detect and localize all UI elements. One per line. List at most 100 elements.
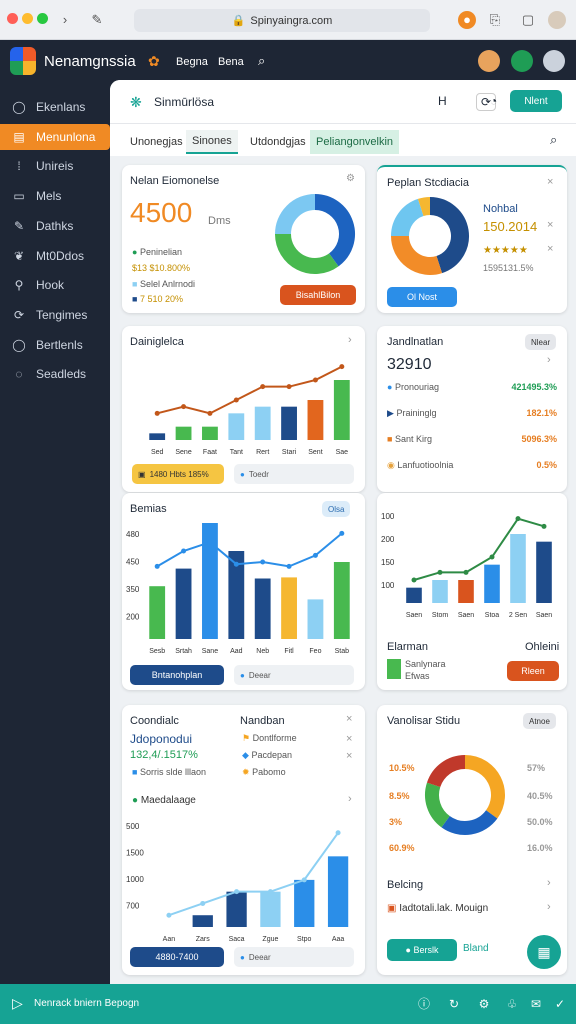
check-icon[interactable]: ✓ [552,996,568,1012]
details-button[interactable]: 4880-7400 [130,947,224,967]
card-title: Nelan Eiomonelse [130,175,220,187]
donut-slice [425,782,451,828]
pie-label: 3% [389,817,403,827]
maximize-window-button[interactable] [37,13,48,24]
metric-label: ■ Sant Kirg [387,434,432,444]
avatar[interactable] [543,50,565,72]
link-text[interactable]: Bland [463,943,489,954]
tab-1[interactable]: Unonegjas [124,130,189,154]
line-point [541,523,547,529]
edit-icon[interactable]: ✎ [88,11,106,29]
address-bar[interactable]: 🔒 Spinyaingra.com [134,9,430,32]
sidebar-item[interactable]: ✎ Dathks [0,213,110,239]
chevron-right-icon[interactable]: › [348,334,352,346]
section-heading: ● Maedalaage [132,795,196,806]
primary-action-button[interactable]: Nlent [510,90,562,112]
sidebar-item[interactable]: ◌ Seadleds [0,361,110,387]
nav-link[interactable]: Bena [218,56,244,68]
action-button[interactable]: Rleen [507,661,559,681]
filter-pill[interactable]: ● Deear [234,665,354,685]
gear-icon[interactable]: ✿ [148,53,160,70]
user-icon[interactable]: ● [458,11,476,29]
tag[interactable]: Atnoe [523,713,556,729]
play-icon[interactable]: ▷ [12,995,23,1012]
chevron-right-icon[interactable]: › [547,354,551,366]
line-point [437,569,443,575]
tab-3[interactable]: Utdondgjas [244,130,312,154]
sidebar-item[interactable]: ▭ Mels [0,183,110,209]
close-icon[interactable]: × [547,243,553,255]
avatar[interactable] [548,11,566,29]
chevron-right-icon[interactable]: › [547,877,551,889]
close-icon[interactable]: × [346,733,352,745]
sun-icon: ✹ [242,767,250,777]
line-point [234,889,240,895]
metric-value: 421495.3% [511,382,557,392]
chevron-right-icon[interactable]: › [348,793,352,805]
search-icon[interactable]: ⌕ [550,132,557,148]
avatar[interactable] [511,50,533,72]
pie-label: 50.0% [527,817,553,827]
donut-slice [417,197,431,217]
action-button[interactable]: ● Berslk [387,939,457,961]
chevron-right-icon[interactable]: › [56,11,74,29]
chevron-right-icon[interactable]: › [547,901,551,913]
sidebar-item[interactable]: ◯ Ekenlans [0,94,110,120]
y-tick-label: 500 [126,822,140,831]
donut-slice [429,197,469,274]
filter-pill[interactable]: ● Toedr [234,464,354,484]
rating-stars: ★★★★★ [483,245,528,256]
close-icon[interactable]: × [346,750,352,762]
filter-pill[interactable]: ● Deear [234,947,354,967]
details-button[interactable]: BisahlBilon [280,285,356,305]
status-text: Nenrack bniern Bepogn [34,998,140,1009]
close-icon[interactable]: × [547,219,553,231]
sidebar-item[interactable]: ⟳ Tengimes [0,302,110,328]
share-icon: ⟳ [13,307,25,322]
gear-icon[interactable]: ⚙ [476,996,492,1012]
nav-link[interactable]: Begna [176,56,208,68]
bar [510,534,526,603]
close-window-button[interactable] [7,13,18,24]
close-icon[interactable]: × [346,713,352,725]
x-tick-label: Sae [336,449,349,456]
browser-toolbar: › ✎ 🔒 Spinyaingra.com ● ⎘ ▢ [0,0,576,40]
sidebar-item[interactable]: ▤ Menunlona [0,123,110,150]
combo-chart: Sed Sene Faat Tant Rert Stari Sent Sae [149,364,350,456]
settings-icon[interactable]: ⚙ [346,173,355,184]
sidebar-item[interactable]: ⁞ Unireis [0,153,110,179]
pie-label: 16.0% [527,843,553,853]
tag[interactable]: Nlear [525,334,557,350]
check-icon: ● [132,795,139,806]
stat-value: $13 $10.800% [132,263,191,273]
search-icon[interactable]: ⌕ [258,53,265,69]
avatar[interactable] [478,50,500,72]
line-point [233,561,239,567]
card-subtitle: Nandban [240,715,285,727]
h-button[interactable]: H [438,94,447,108]
chat-icon[interactable]: ✉ [528,996,544,1012]
sidebar-item[interactable]: ◯ Bertlenls [0,332,110,358]
tabs-icon[interactable]: ▢ [519,11,537,29]
tag[interactable]: Olsa [322,501,351,517]
y-tick-label: 1500 [126,849,144,858]
action-button[interactable]: Ol Nost [387,287,457,307]
sync-icon[interactable]: ↻ [446,996,462,1012]
users-icon[interactable]: ♧ [504,996,520,1012]
tab-2[interactable]: Sinones [186,130,238,154]
share-icon[interactable]: ⎘ [486,11,504,29]
diamond-icon: ◆ [242,750,249,760]
sidebar-item[interactable]: ⚲ Hook [0,272,110,298]
sidebar-item-label: Ekenlans [36,100,86,114]
list-item: ▣ Iadtotali.lak. Mouign [387,903,489,914]
bar [254,406,271,440]
close-icon[interactable]: × [547,176,553,188]
sidebar-item[interactable]: ❦ Mt0Ddos [0,243,110,269]
tab-4[interactable]: Peliangonvelkin [310,130,400,154]
details-button[interactable]: Bntanohplan [130,665,224,685]
minimize-window-button[interactable] [22,13,33,24]
box-icon: ▣ [387,903,397,914]
help-icon[interactable]: ◔ [490,94,497,108]
fab-grid-icon[interactable]: ▦ [527,935,561,969]
info-icon[interactable]: ⓘ [416,996,432,1012]
